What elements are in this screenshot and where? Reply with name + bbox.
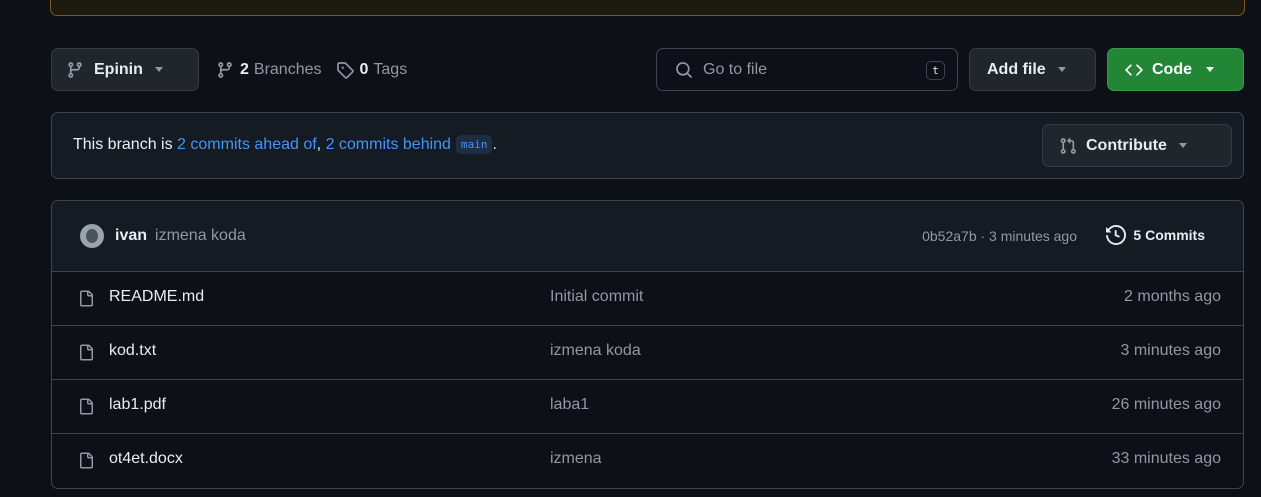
file-name[interactable]: ot4et.docx (109, 450, 183, 468)
contribute-label: Contribute (1086, 136, 1167, 154)
keyboard-shortcut-hint: t (926, 61, 945, 80)
branch-status-box: This branch is 2 commits ahead of , 2 co… (51, 112, 1244, 179)
commits-count-label: 5 Commits (1133, 227, 1205, 243)
status-prefix: This branch is (73, 135, 178, 153)
chevron-down-icon (1057, 67, 1066, 72)
code-icon (1125, 63, 1143, 76)
latest-commit-header: ivan izmena koda 0b52a7b · 3 minutes ago… (52, 201, 1243, 272)
search-placeholder: Go to file (703, 60, 768, 78)
base-branch-badge[interactable]: main (455, 135, 493, 154)
table-row[interactable]: README.md Initial commit 2 months ago (52, 272, 1243, 326)
code-button[interactable]: Code (1107, 48, 1244, 91)
file-list: ivan izmena koda 0b52a7b · 3 minutes ago… (51, 200, 1244, 489)
file-name[interactable]: lab1.pdf (109, 396, 166, 414)
table-row[interactable]: lab1.pdf laba1 26 minutes ago (52, 380, 1243, 434)
table-row[interactable]: kod.txt izmena koda 3 minutes ago (52, 326, 1243, 380)
chevron-down-icon (1206, 67, 1214, 72)
file-commit-message[interactable]: izmena koda (550, 342, 641, 360)
file-name[interactable]: README.md (109, 288, 204, 306)
tags-label: Tags (373, 60, 408, 78)
history-icon (1106, 225, 1127, 245)
file-commit-time: 26 minutes ago (1111, 396, 1221, 413)
git-branch-icon (68, 61, 82, 78)
commits-ahead-link[interactable]: 2 commits ahead of (177, 136, 317, 154)
tag-icon (336, 61, 354, 79)
commit-message[interactable]: izmena koda (155, 227, 246, 245)
file-commit-message[interactable]: izmena (550, 450, 602, 468)
add-file-label: Add file (987, 60, 1046, 78)
file-commit-message[interactable]: Initial commit (550, 288, 643, 306)
file-icon (80, 452, 93, 469)
file-icon (80, 398, 93, 415)
branches-link[interactable]: 2 Branches (216, 61, 322, 79)
commits-history-link[interactable]: 5 Commits (1106, 225, 1205, 245)
git-branch-icon (218, 61, 232, 78)
file-commit-message[interactable]: laba1 (550, 396, 589, 414)
branches-label: Branches (253, 60, 322, 78)
chevron-down-icon (1178, 143, 1187, 148)
file-commit-time: 33 minutes ago (1111, 450, 1221, 467)
repo-toolbar: Epinin 2 Branches 0 Tags Go to file t Ad… (51, 48, 1244, 92)
table-row[interactable]: ot4et.docx izmena 33 minutes ago (52, 434, 1243, 488)
top-notice-banner (50, 0, 1245, 16)
avatar[interactable] (80, 224, 104, 248)
commits-behind-link[interactable]: 2 commits behind (326, 136, 451, 154)
commit-author[interactable]: ivan (115, 227, 147, 245)
search-icon (676, 61, 692, 78)
file-commit-time: 2 months ago (1124, 288, 1221, 305)
status-separator: , (316, 135, 326, 153)
file-commit-time: 3 minutes ago (1120, 342, 1221, 359)
contribute-button[interactable]: Contribute (1042, 124, 1232, 167)
chevron-down-icon (154, 67, 163, 72)
tags-count: 0 (359, 60, 369, 78)
status-suffix: . (492, 135, 497, 153)
file-name[interactable]: kod.txt (109, 342, 156, 360)
pull-request-icon (1060, 137, 1076, 154)
branch-name: Epinin (94, 60, 143, 78)
go-to-file-input[interactable]: Go to file t (656, 48, 958, 91)
add-file-button[interactable]: Add file (969, 48, 1096, 91)
branches-count: 2 (240, 60, 249, 78)
file-icon (80, 344, 93, 361)
branch-status-text: This branch is 2 commits ahead of , 2 co… (73, 135, 497, 154)
tags-link[interactable]: 0 Tags (336, 60, 408, 79)
file-icon (80, 290, 93, 307)
repo-meta-links: 2 Branches 0 Tags (216, 48, 421, 91)
commit-hash-time[interactable]: 0b52a7b · 3 minutes ago (922, 228, 1077, 244)
code-label: Code (1152, 60, 1192, 78)
branch-selector-button[interactable]: Epinin (51, 48, 199, 91)
